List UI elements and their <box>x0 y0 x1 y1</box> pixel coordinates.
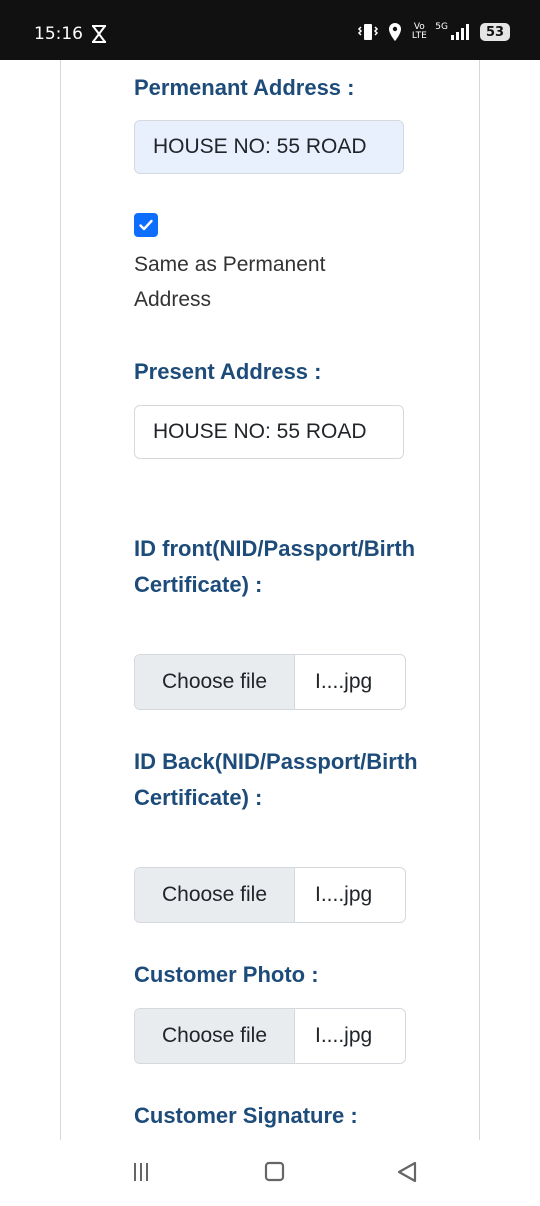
card-right-border <box>479 60 480 1140</box>
permanent-address-label: Permenant Address : <box>134 75 355 100</box>
volte-icon: Vo LTE <box>411 22 427 41</box>
id-front-file-input[interactable]: Choose file I....jpg <box>134 654 406 710</box>
id-back-file-name: I....jpg <box>315 883 373 906</box>
vibrate-icon <box>358 24 379 40</box>
status-bar: 15:16 Vo LTE 5G 53 <box>0 0 540 60</box>
same-as-permanent-label[interactable]: Same as Permanent Address <box>134 247 394 317</box>
customer-photo-label: Customer Photo : <box>134 962 319 987</box>
battery-level: 53 <box>485 24 505 40</box>
recents-icon[interactable] <box>131 1160 151 1184</box>
home-icon[interactable] <box>264 1160 286 1184</box>
id-back-file-input[interactable]: Choose file I....jpg <box>134 867 406 923</box>
clock: 15:16 <box>34 24 83 44</box>
back-icon[interactable] <box>396 1160 418 1184</box>
checkmark-icon <box>139 219 153 231</box>
customer-photo-file-input[interactable]: Choose file I....jpg <box>134 1008 406 1064</box>
signal-icon <box>451 24 469 40</box>
id-back-choose-file-button[interactable]: Choose file <box>135 868 295 922</box>
present-address-value: HOUSE NO: 55 ROAD <box>153 420 367 443</box>
card-left-border <box>60 60 61 1140</box>
id-front-choose-file-button[interactable]: Choose file <box>135 655 295 709</box>
id-front-file-name: I....jpg <box>315 670 373 693</box>
permanent-address-value: HOUSE NO: 55 ROAD <box>153 135 367 158</box>
id-back-label: ID Back(NID/Passport/Birth Certificate) … <box>134 749 418 810</box>
present-address-label: Present Address : <box>134 359 322 384</box>
location-icon <box>389 23 402 41</box>
navigation-bar <box>0 1140 540 1206</box>
same-as-permanent-checkbox[interactable] <box>134 213 158 237</box>
battery-icon: 53 <box>480 23 510 41</box>
customer-photo-file-name: I....jpg <box>315 1024 373 1047</box>
permanent-address-input[interactable]: HOUSE NO: 55 ROAD <box>134 120 404 174</box>
id-front-label: ID front(NID/Passport/Birth Certificate)… <box>134 536 416 597</box>
status-icons: Vo LTE 5G 53 <box>357 22 510 42</box>
network-type-label: 5G <box>435 22 448 32</box>
hourglass-icon <box>92 25 106 43</box>
present-address-input[interactable]: HOUSE NO: 55 ROAD <box>134 405 404 459</box>
customer-signature-label: Customer Signature : <box>134 1103 358 1128</box>
customer-photo-choose-file-button[interactable]: Choose file <box>135 1009 295 1063</box>
